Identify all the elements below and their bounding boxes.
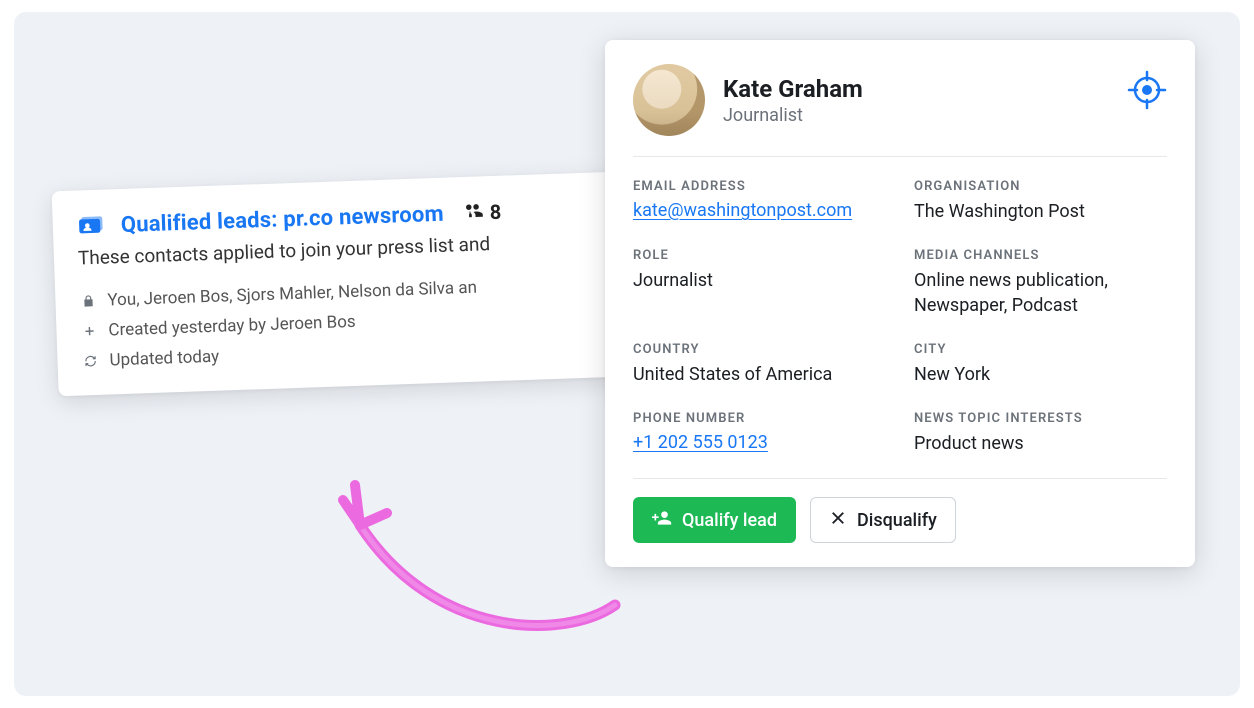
close-icon [829, 509, 847, 532]
people-icon [461, 199, 484, 227]
field-organisation: ORGANISATION The Washington Post [914, 179, 1167, 224]
qualified-leads-title: Qualified leads: pr.co newsroom [120, 201, 444, 237]
qualify-lead-button[interactable]: Qualify lead [633, 497, 796, 543]
field-email: EMAIL ADDRESS kate@washingtonpost.com [633, 179, 886, 224]
contact-name: Kate Graham [723, 75, 863, 103]
members-text: You, Jeroen Bos, Sjors Mahler, Nelson da… [107, 278, 477, 311]
people-count-value: 8 [489, 200, 501, 224]
field-interests: NEWS TOPIC INTERESTS Product news [914, 411, 1167, 456]
contact-subtitle: Journalist [723, 105, 863, 126]
plus-icon [80, 324, 98, 339]
field-media-channels: MEDIA CHANNELS Online news publication, … [914, 248, 1167, 318]
created-text: Created yesterday by Jeroen Bos [108, 312, 356, 341]
country-value: United States of America [633, 363, 886, 387]
disqualify-label: Disqualify [857, 510, 937, 531]
field-label-role: ROLE [633, 248, 886, 263]
media-channels-value: Online news publication, Newspaper, Podc… [914, 269, 1167, 318]
contact-fields-grid: EMAIL ADDRESS kate@washingtonpost.com OR… [633, 157, 1167, 472]
disqualify-button[interactable]: Disqualify [810, 497, 956, 543]
field-label-city: CITY [914, 342, 1167, 357]
field-phone: PHONE NUMBER +1 202 555 0123 [633, 411, 886, 456]
person-add-icon [652, 508, 672, 533]
sync-icon [81, 354, 99, 369]
field-role: ROLE Journalist [633, 248, 886, 318]
field-label-email: EMAIL ADDRESS [633, 179, 886, 194]
field-label-media-channels: MEDIA CHANNELS [914, 248, 1167, 263]
field-country: COUNTRY United States of America [633, 342, 886, 387]
contacts-badge-icon [76, 212, 105, 241]
field-label-phone: PHONE NUMBER [633, 411, 886, 426]
email-link[interactable]: kate@washingtonpost.com [633, 200, 852, 221]
field-label-organisation: ORGANISATION [914, 179, 1167, 194]
divider [633, 478, 1167, 479]
field-label-country: COUNTRY [633, 342, 886, 357]
updated-text: Updated today [109, 347, 219, 371]
avatar [633, 64, 705, 136]
field-city: CITY New York [914, 342, 1167, 387]
interests-value: Product news [914, 432, 1167, 456]
organisation-value: The Washington Post [914, 200, 1167, 224]
qualify-lead-label: Qualify lead [682, 510, 777, 531]
field-label-interests: NEWS TOPIC INTERESTS [914, 411, 1167, 426]
city-value: New York [914, 363, 1167, 387]
role-value: Journalist [633, 269, 886, 293]
target-icon[interactable] [1127, 70, 1167, 110]
contact-detail-card: Kate Graham Journalist EMAIL ADDRESS kat… [605, 40, 1195, 567]
phone-link[interactable]: +1 202 555 0123 [633, 432, 768, 453]
lock-icon [79, 294, 97, 309]
people-count-badge: 8 [461, 198, 501, 226]
